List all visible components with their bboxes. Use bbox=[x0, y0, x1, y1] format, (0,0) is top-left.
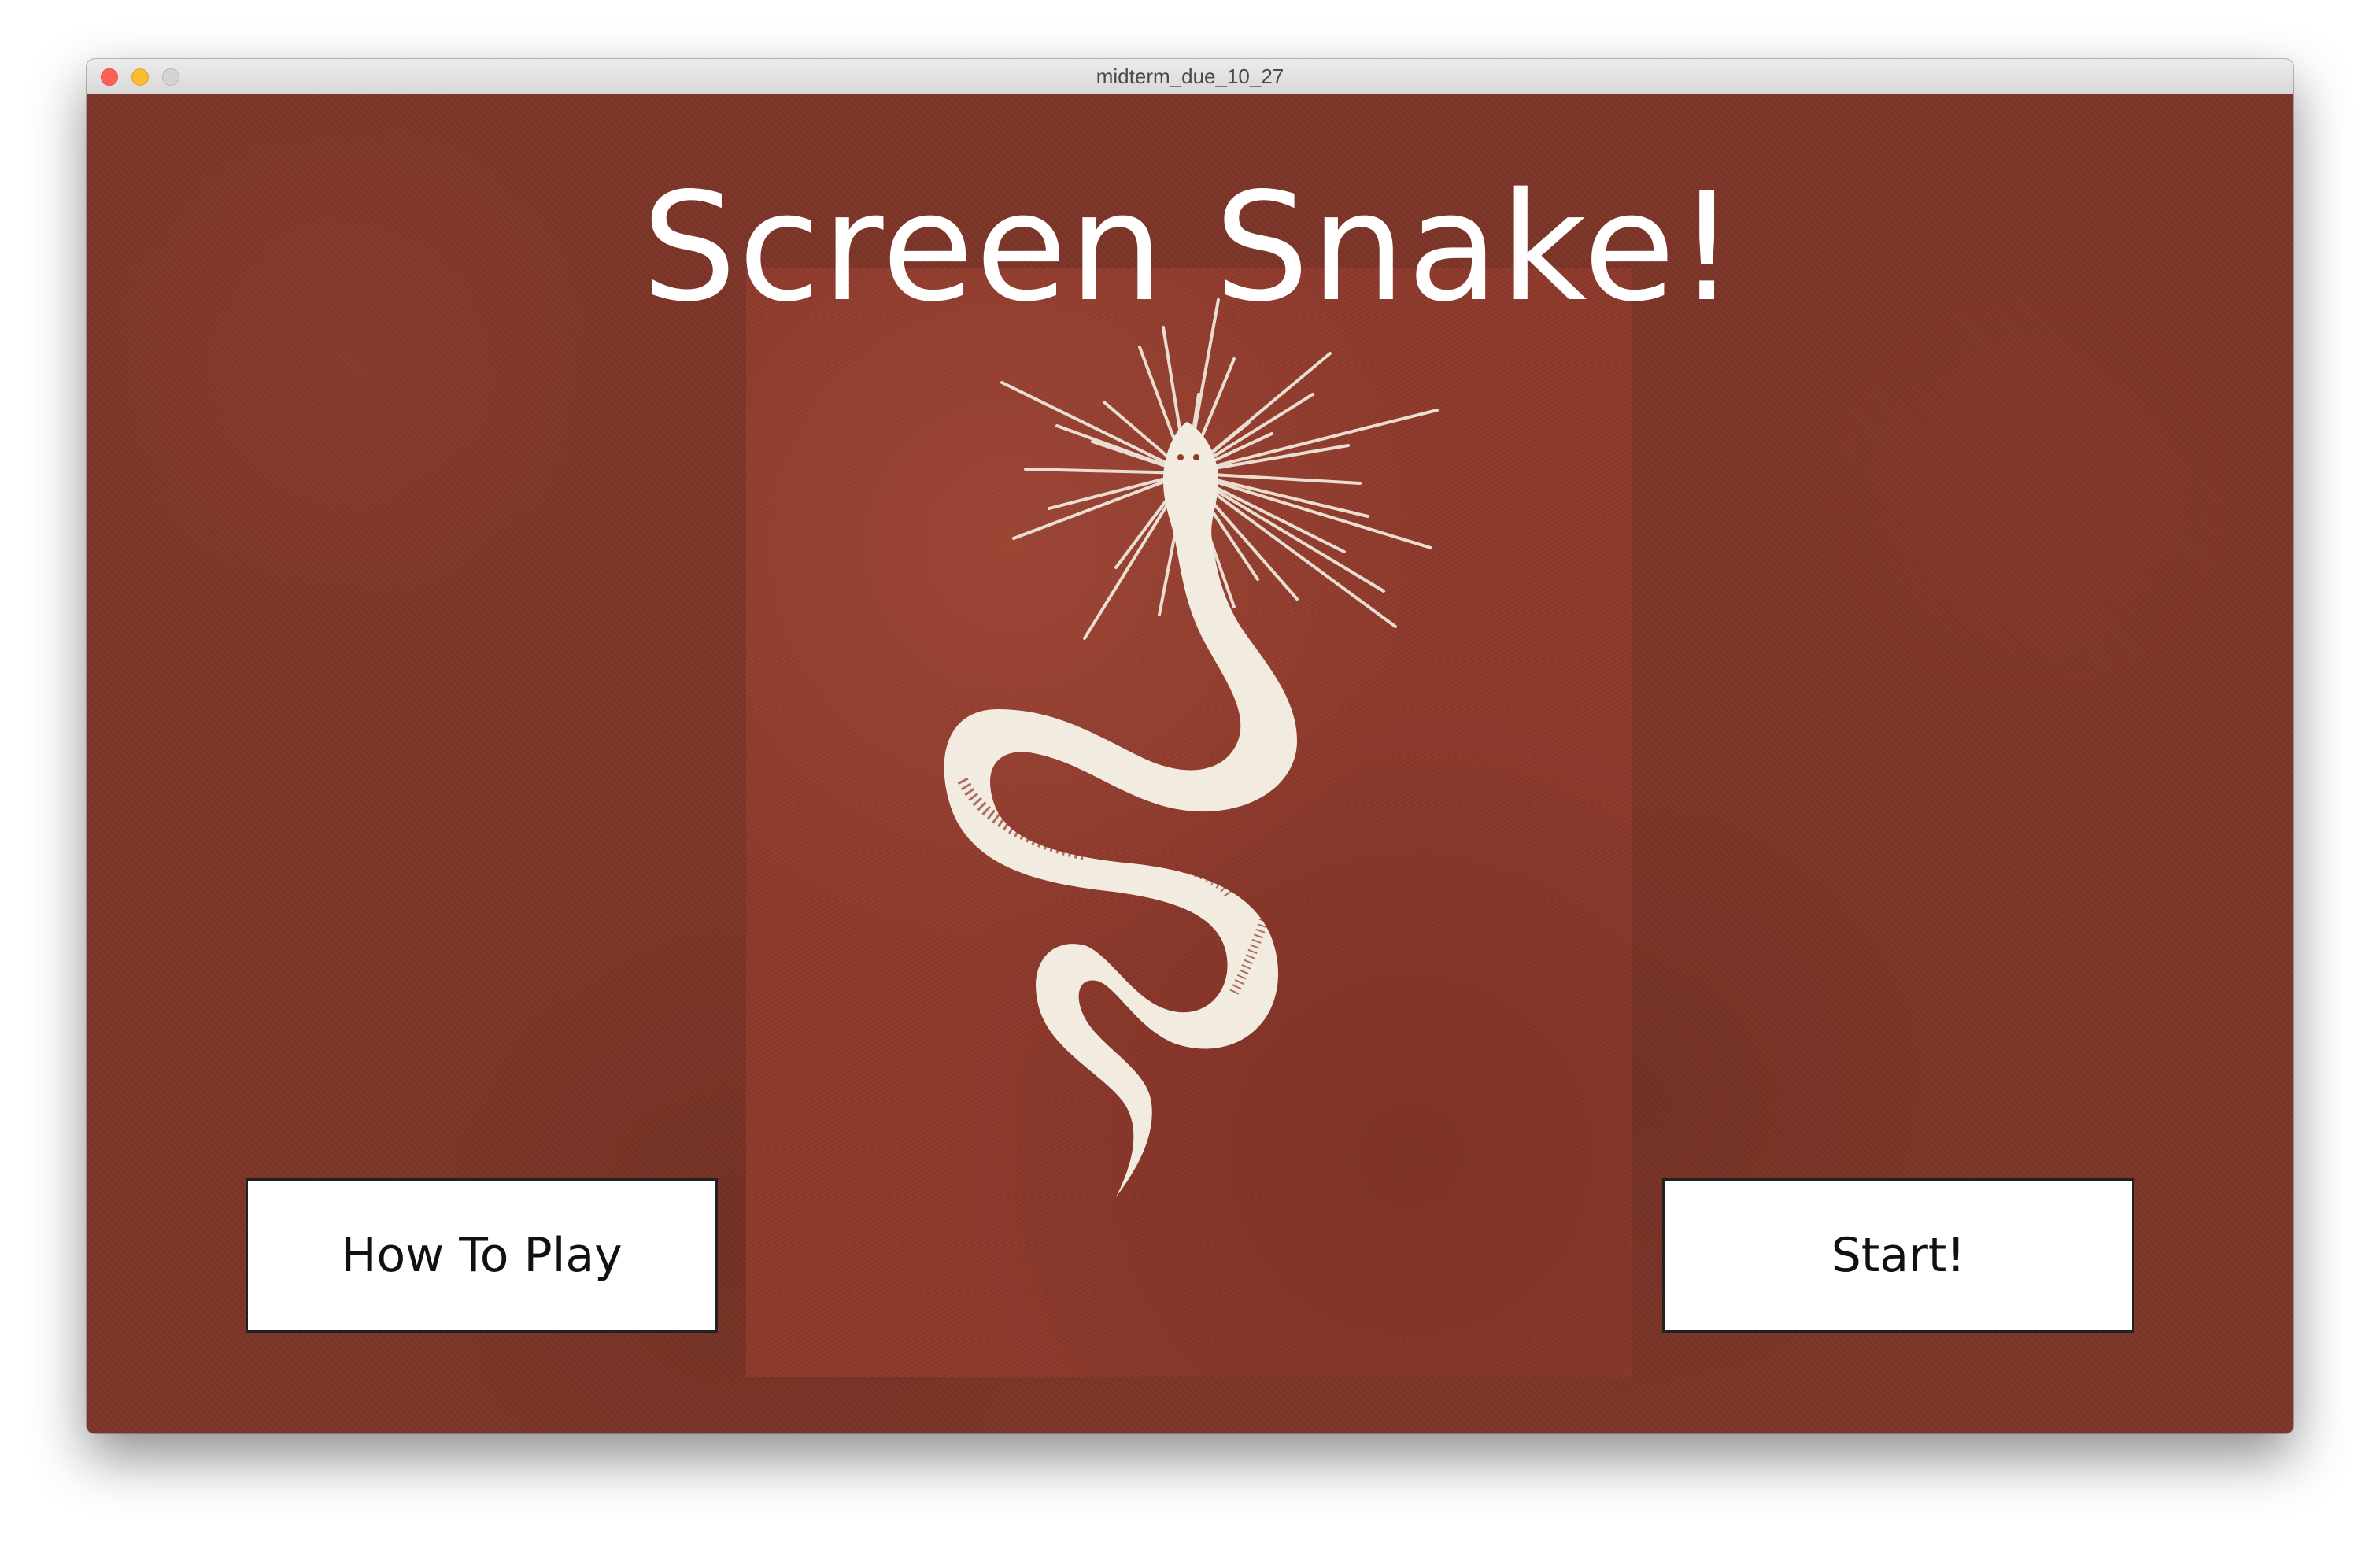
game-canvas[interactable]: Screen Snake! How To Play Start! bbox=[87, 94, 2293, 1433]
start-button[interactable]: Start! bbox=[1662, 1178, 2134, 1333]
desktop: midterm_due_10_27 Screen Snake! How To P… bbox=[0, 0, 2380, 1549]
game-title: Screen Snake! bbox=[641, 161, 1739, 335]
snake-with-sunburst-icon bbox=[944, 298, 1439, 1197]
poster-image bbox=[746, 268, 1632, 1377]
window-title: midterm_due_10_27 bbox=[1096, 65, 1284, 88]
window-titlebar[interactable]: midterm_due_10_27 bbox=[87, 59, 2293, 94]
app-window: midterm_due_10_27 Screen Snake! How To P… bbox=[87, 59, 2293, 1433]
how-to-play-button[interactable]: How To Play bbox=[246, 1178, 718, 1333]
